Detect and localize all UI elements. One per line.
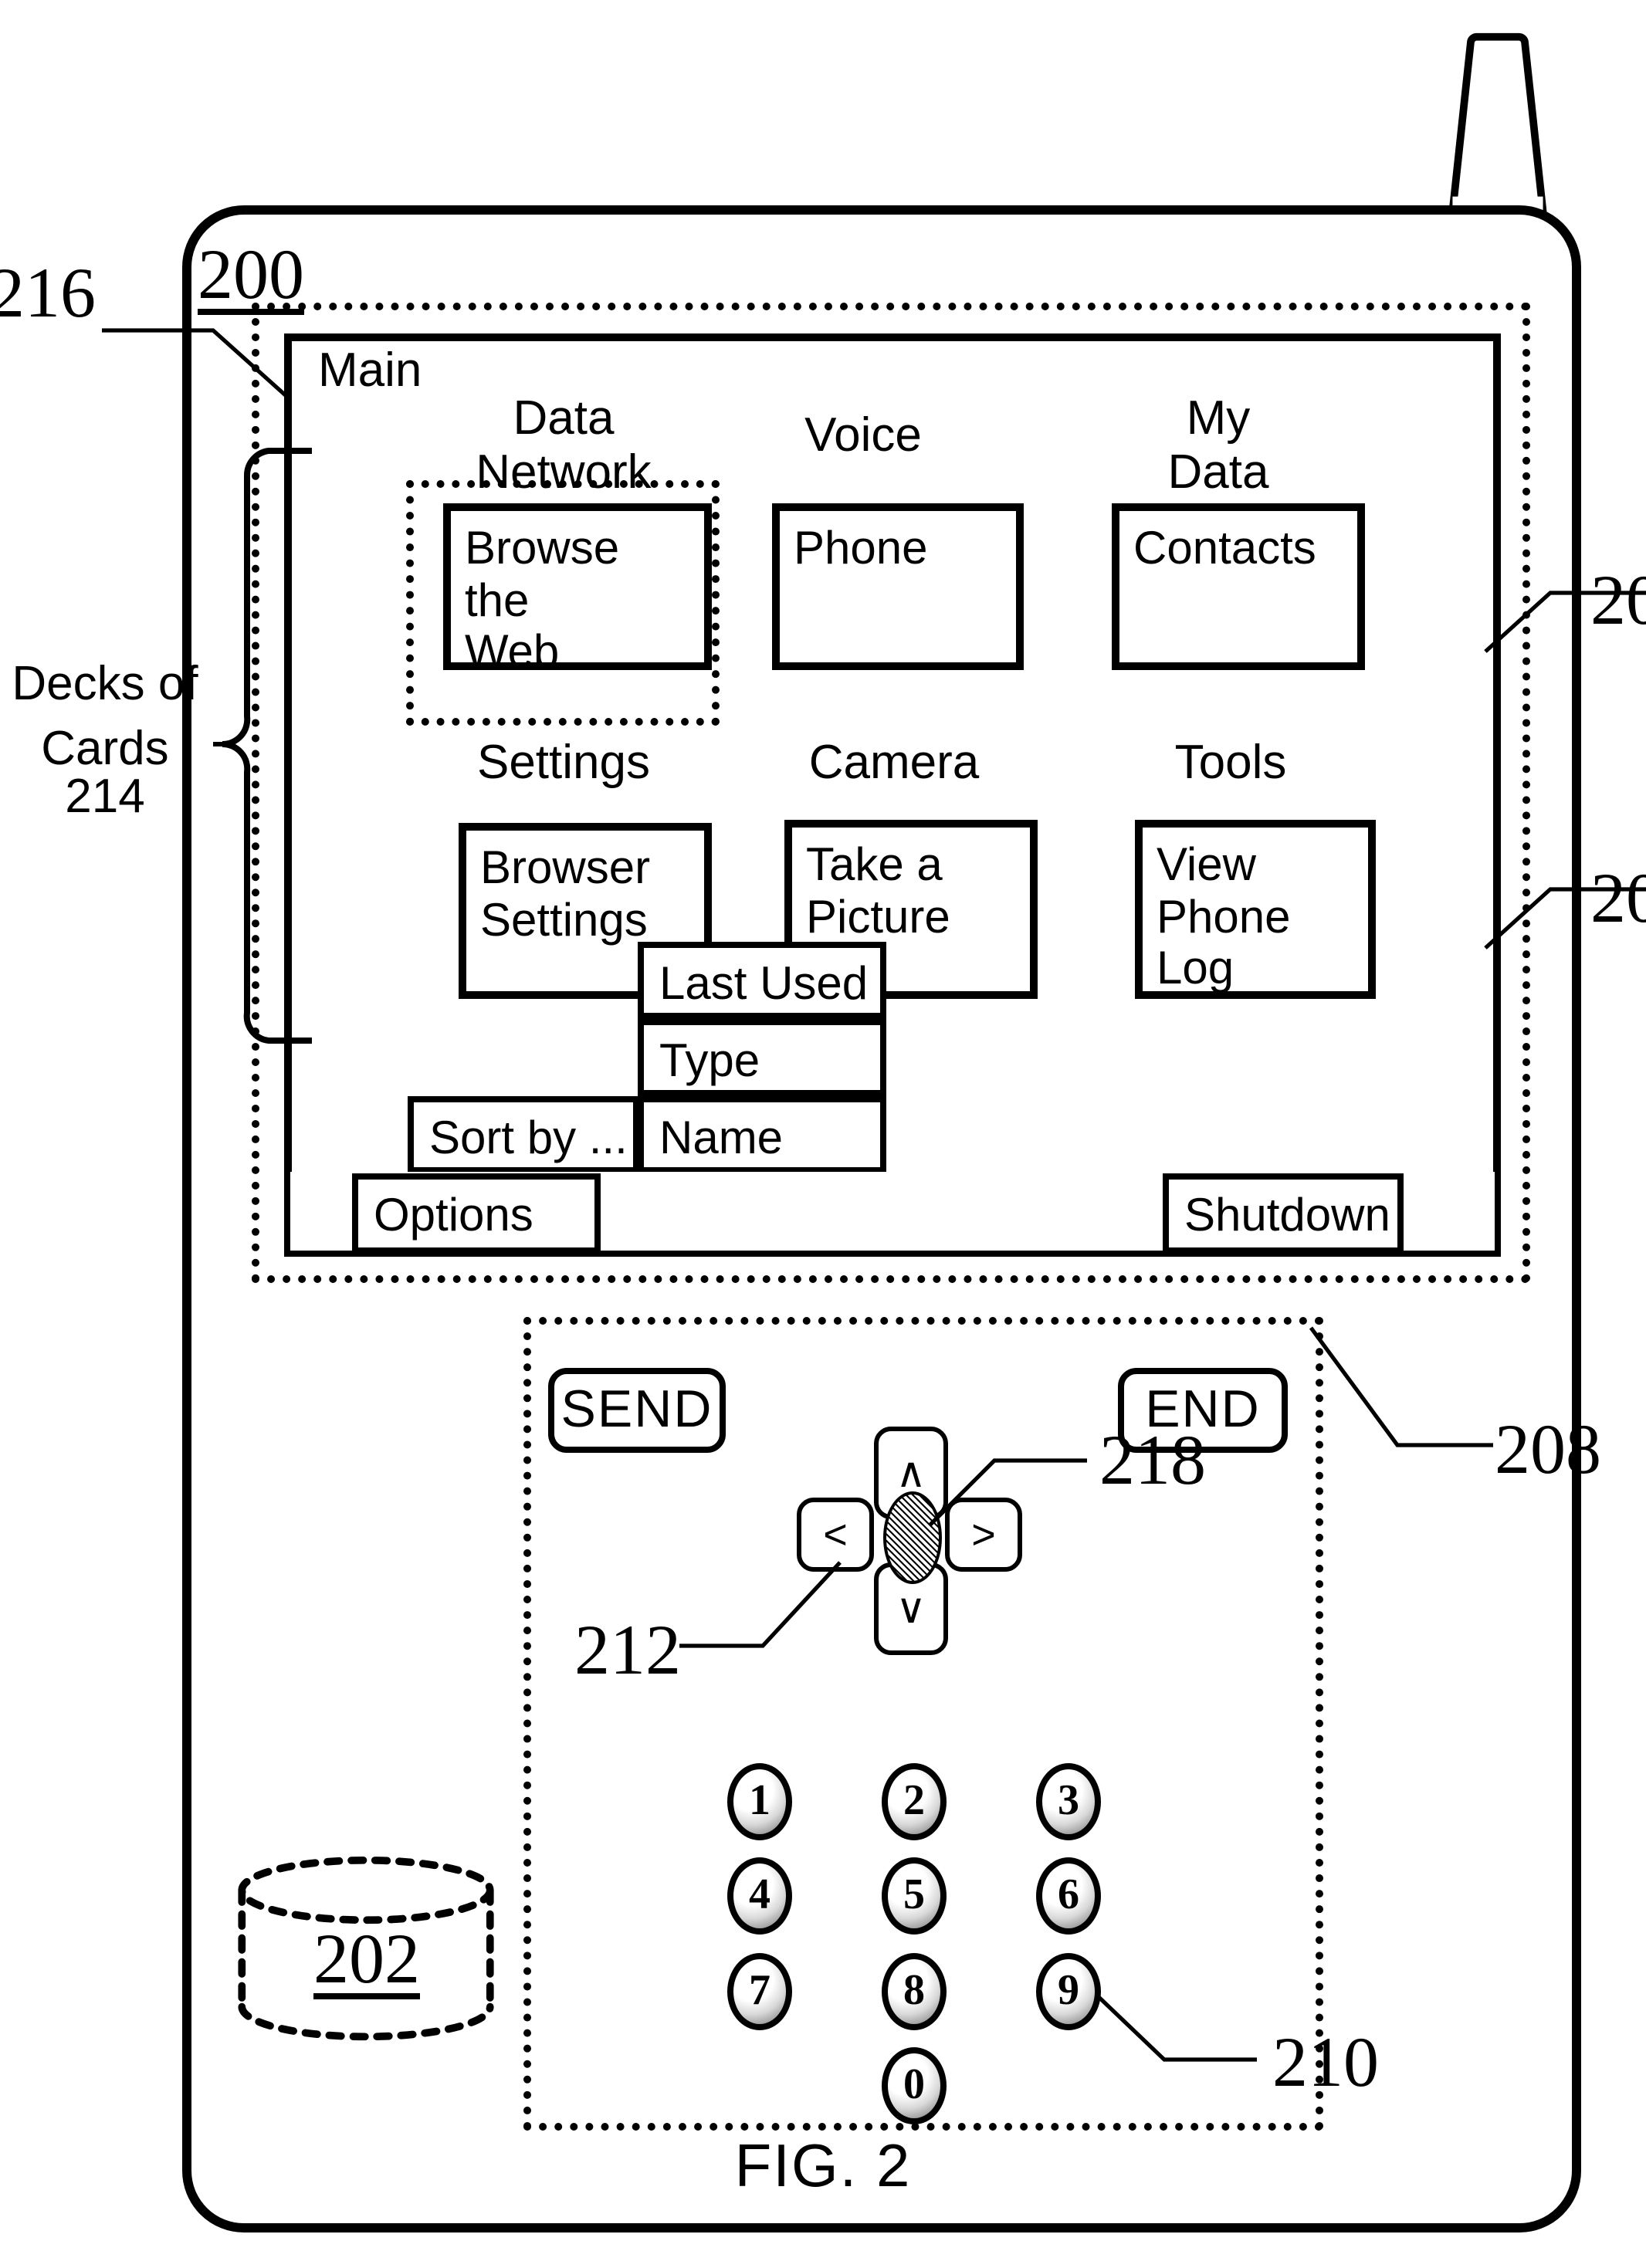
deck-title-settings: Settings (476, 735, 650, 789)
card-browse-the-web[interactable]: Browse the Web (443, 503, 712, 678)
card-contacts[interactable]: Contacts (1112, 503, 1365, 670)
numeric-key-4[interactable]: 4 (727, 1857, 792, 1935)
deck-title-camera: Camera (808, 735, 980, 789)
leader-212 (679, 1561, 842, 1648)
ref-212: 212 (574, 1610, 681, 1689)
menu-item-name[interactable]: Name (638, 1096, 886, 1173)
send-button[interactable]: SEND (548, 1368, 726, 1453)
menu-item-sort-by[interactable]: Sort by ... (408, 1096, 639, 1173)
menu-item-last-used[interactable]: Last Used (638, 942, 886, 1019)
numeric-key-1[interactable]: 1 (727, 1763, 792, 1840)
numeric-key-8[interactable]: 8 (882, 1953, 947, 2030)
menu-item-type[interactable]: Type (638, 1019, 886, 1096)
decks-of-cards-label: Decks of Cards (12, 656, 198, 775)
numeric-key-3[interactable]: 3 (1036, 1763, 1101, 1840)
card-phone[interactable]: Phone (772, 503, 1024, 670)
leader-218 (928, 1458, 1087, 1527)
screen-title: Main (318, 343, 422, 397)
card-view-phone-log[interactable]: View Phone Log (1135, 820, 1376, 999)
softkey-options[interactable]: Options (352, 1173, 601, 1254)
ref-202: 202 (313, 1919, 420, 1998)
deck-title-voice: Voice (804, 408, 922, 462)
leader-210 (1095, 1993, 1257, 2062)
antenna (1448, 32, 1547, 218)
patent-figure-2: 200 216 Main Data Network Voice My Data … (0, 0, 1646, 2268)
decks-of-cards-brace (213, 448, 312, 1044)
numeric-key-7[interactable]: 7 (727, 1953, 792, 2030)
ref-208: 208 (1495, 1410, 1601, 1488)
numeric-key-0[interactable]: 0 (882, 2047, 947, 2124)
numeric-key-2[interactable]: 2 (882, 1763, 947, 1840)
ref-204: 204 (1590, 560, 1646, 639)
ref-214: 214 (65, 769, 145, 823)
ref-210: 210 (1272, 2023, 1379, 2101)
numeric-key-5[interactable]: 5 (882, 1857, 947, 1935)
ref-218: 218 (1099, 1420, 1206, 1499)
figure-caption: FIG. 2 (734, 2131, 912, 2199)
deck-title-tools: Tools (1174, 735, 1287, 789)
leader-208 (1309, 1326, 1493, 1447)
ref-206: 206 (1590, 858, 1646, 937)
numeric-key-9[interactable]: 9 (1036, 1953, 1101, 2030)
softkey-shutdown[interactable]: Shutdown (1163, 1173, 1404, 1254)
ref-216: 216 (0, 253, 96, 332)
deck-title-my-data: My Data (1167, 391, 1269, 499)
numeric-key-6[interactable]: 6 (1036, 1857, 1101, 1935)
